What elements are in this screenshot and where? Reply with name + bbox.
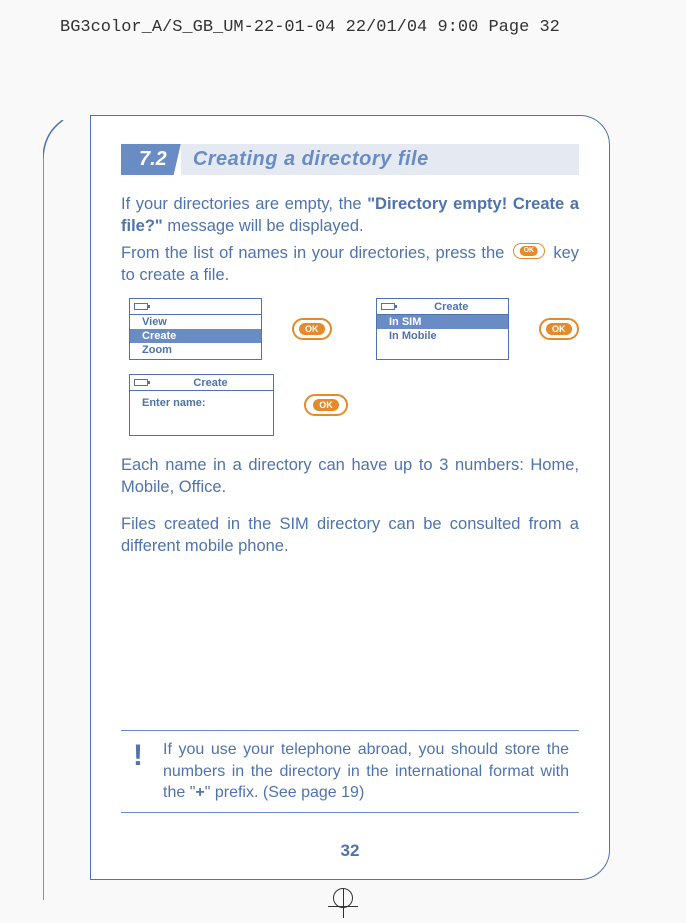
- binding-margin: [43, 120, 89, 883]
- screen-title: Create: [152, 377, 269, 389]
- paragraph-4: Files created in the SIM directory can b…: [121, 513, 579, 558]
- menu-item-zoom: Zoom: [130, 343, 261, 357]
- note-text: If you use your telephone abroad, you sh…: [163, 739, 575, 804]
- text: " prefix. (See page 19): [205, 784, 365, 801]
- page-card: 7.2 Creating a directory file If your di…: [90, 115, 610, 880]
- text: If your directories are empty, the: [121, 195, 367, 213]
- phone-screen-enter-name: Create Enter name:: [129, 374, 274, 436]
- plus-emphasis: +: [195, 784, 204, 801]
- ok-label: OK: [546, 323, 572, 335]
- page-number: 32: [91, 841, 609, 861]
- paragraph-1: If your directories are empty, the "Dire…: [121, 193, 579, 238]
- ok-button-1: OK: [292, 318, 333, 340]
- screens-row-1: View Create Zoom OK Create In SIM In Mob…: [121, 298, 579, 360]
- screen-illustrations: View Create Zoom OK Create In SIM In Mob…: [121, 298, 579, 436]
- menu-item-create-selected: Create: [130, 329, 261, 343]
- ok-label: OK: [313, 399, 339, 411]
- note-box: ! If you use your telephone abroad, you …: [121, 730, 579, 813]
- crop-mark-circle-icon: [333, 888, 353, 908]
- option-in-mobile: In Mobile: [377, 329, 508, 343]
- section-title: Creating a directory file: [193, 148, 429, 171]
- paragraph-3: Each name in a directory can have up to …: [121, 454, 579, 499]
- ok-button-3: OK: [304, 394, 348, 416]
- text: From the list of names in your directori…: [121, 244, 510, 262]
- battery-icon: [134, 303, 148, 310]
- ok-key-icon: [513, 243, 545, 259]
- phone-screen-menu: View Create Zoom: [129, 298, 262, 360]
- screen-title: Create: [399, 301, 504, 313]
- status-bar: Create: [377, 299, 508, 315]
- ok-label: OK: [299, 323, 325, 335]
- section-title-bar: Creating a directory file: [181, 144, 579, 175]
- prompt-enter-name: Enter name:: [130, 391, 273, 410]
- menu-item-view: View: [130, 315, 261, 329]
- text: message will be displayed.: [163, 217, 364, 235]
- crop-header: BG3color_A/S_GB_UM-22-01-04 22/01/04 9:0…: [60, 18, 560, 37]
- section-header: 7.2 Creating a directory file: [121, 144, 579, 175]
- option-in-sim-selected: In SIM: [377, 315, 508, 329]
- status-bar: Create: [130, 375, 273, 391]
- battery-icon: [381, 303, 395, 310]
- exclamation-icon: !: [125, 739, 143, 804]
- status-bar: [130, 299, 261, 315]
- section-number: 7.2: [121, 144, 181, 175]
- phone-screen-create-location: Create In SIM In Mobile: [376, 298, 509, 360]
- battery-icon: [134, 379, 148, 386]
- screens-row-2: Create Enter name: OK: [121, 374, 579, 436]
- ok-button-2: OK: [539, 318, 580, 340]
- paragraph-2: From the list of names in your directori…: [121, 242, 579, 287]
